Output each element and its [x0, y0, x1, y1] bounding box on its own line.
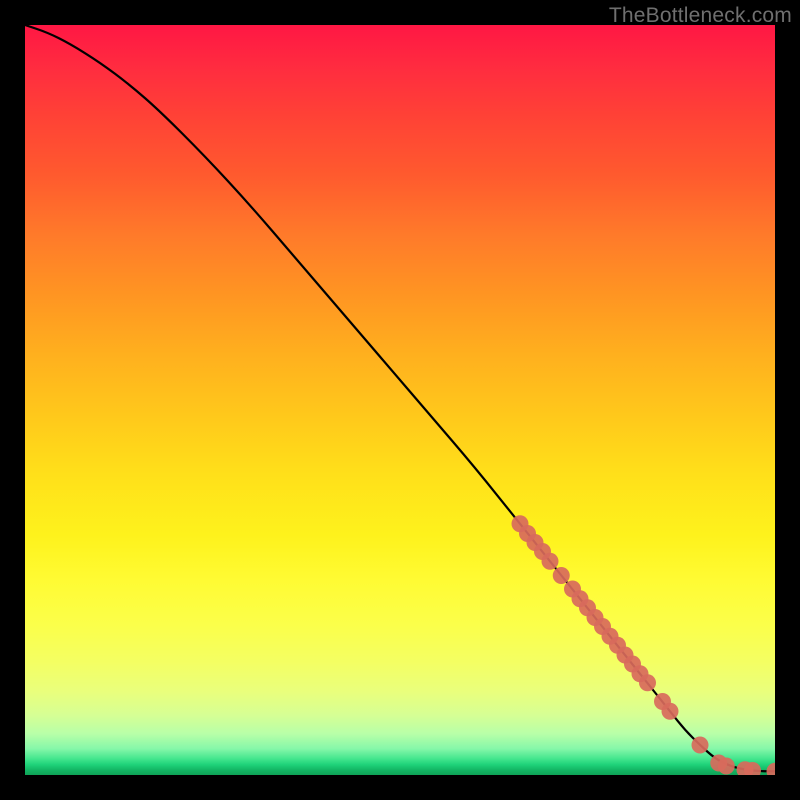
marker-point: [718, 758, 735, 775]
marker-point: [662, 703, 679, 720]
bottleneck-curve: [25, 25, 775, 771]
attribution-label: TheBottleneck.com: [609, 4, 792, 28]
chart-stage: TheBottleneck.com: [0, 0, 800, 800]
chart-svg: [25, 25, 775, 775]
highlighted-points-group: [512, 515, 776, 775]
marker-point: [692, 737, 709, 754]
marker-point: [542, 553, 559, 570]
plot-area: [25, 25, 775, 775]
marker-point: [639, 674, 656, 691]
marker-point: [767, 763, 776, 775]
marker-point: [553, 567, 570, 584]
